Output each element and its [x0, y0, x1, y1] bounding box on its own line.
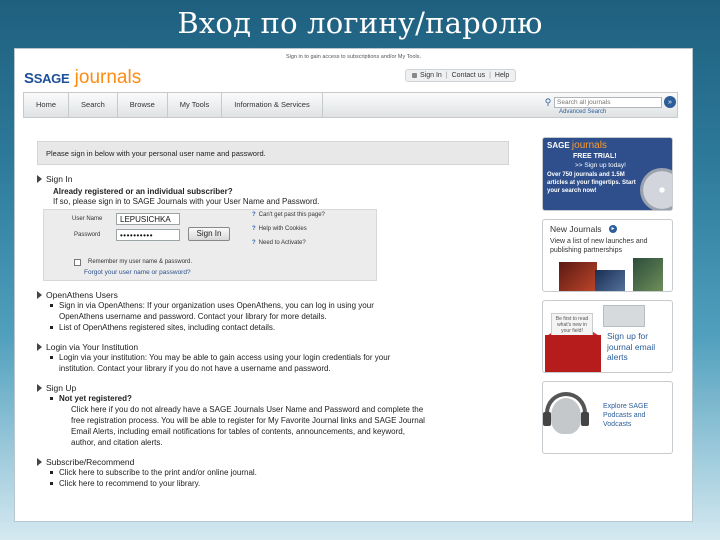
openathens-list: Sign in via OpenAthens: If your organiza…: [49, 300, 509, 333]
openathens-sites-item[interactable]: List of OpenAthens registered sites, inc…: [49, 322, 509, 333]
subscribe-heading: Subscribe/Recommend: [37, 457, 509, 467]
sidebar: SAGE journals FREE TRIAL! >> Sign up tod…: [542, 137, 673, 462]
openathens-heading: OpenAthens Users: [37, 290, 509, 300]
main-content: Please sign in below with your personal …: [37, 141, 509, 489]
email-alerts-banner[interactable]: Be first to read what's new in your fiel…: [542, 300, 673, 373]
signup-text[interactable]: Click here if you do not already have a …: [71, 404, 509, 448]
utility-links: Sign In | Contact us | Help: [405, 69, 517, 82]
lock-icon: [412, 73, 417, 78]
search-go-button[interactable]: »: [664, 96, 676, 108]
nav-browse[interactable]: Browse: [118, 92, 168, 118]
help-link-cookies[interactable]: ? Help with Cookies: [252, 226, 307, 232]
arrow-icon: [37, 384, 42, 392]
login-form: User Name LEPUSICHKA Password ••••••••••…: [43, 209, 377, 281]
signin-notice: Please sign in below with your personal …: [37, 141, 509, 165]
screenshot-window: Sign in to gain access to subscriptions …: [14, 48, 693, 522]
help-link-cant-get-past[interactable]: ? Can't get past this page?: [252, 212, 325, 218]
remember-label: Remember my user name & password.: [88, 259, 193, 265]
signup-list: Not yet registered?: [49, 393, 509, 404]
openathens-signin-item[interactable]: Sign in via OpenAthens: If your organiza…: [49, 300, 509, 322]
signup-subheading: Not yet registered?: [49, 393, 509, 404]
search-area: ⚲ » Advanced Search: [542, 96, 678, 115]
podcasts-body: Explore SAGE Podcasts and Vodcasts: [603, 403, 649, 428]
institution-login-item[interactable]: Login via your institution: You may be a…: [49, 352, 509, 374]
signin-intro: If so, please sign in to SAGE Journals w…: [53, 197, 320, 206]
headphone-ear-icon: [581, 412, 589, 426]
subscribe-item[interactable]: Click here to subscribe to the print and…: [49, 467, 509, 478]
search-input[interactable]: [554, 96, 662, 108]
top-notice: Sign in to gain access to subscriptions …: [285, 54, 422, 60]
trial-logo: SAGE journals: [547, 140, 607, 151]
logo-brand: SAGE: [33, 71, 70, 86]
cd-icon: [640, 168, 672, 210]
arrow-icon: [37, 458, 42, 466]
institution-list: Login via your institution: You may be a…: [49, 352, 509, 374]
nav-search[interactable]: Search: [69, 92, 118, 118]
contact-link[interactable]: Contact us: [452, 72, 485, 79]
nav-home[interactable]: Home: [24, 92, 70, 118]
arrow-icon: [37, 343, 42, 351]
username-label: User Name: [72, 216, 103, 222]
search-icon: ⚲: [544, 96, 552, 107]
separator: |: [445, 72, 448, 79]
advanced-search-link[interactable]: Advanced Search: [559, 109, 678, 115]
separator: |: [489, 72, 491, 79]
trial-signup-label: >> Sign up today!: [575, 162, 626, 169]
password-field[interactable]: ••••••••••: [116, 229, 180, 241]
trial-body: Over 750 journals and 1.5M articles at y…: [547, 172, 636, 194]
free-trial-label: FREE TRIAL!: [573, 153, 617, 160]
signin-button[interactable]: Sign In: [188, 227, 230, 241]
nav-information-services[interactable]: Information & Services: [222, 92, 323, 118]
signin-subheading: Already registered or an individual subs…: [53, 187, 233, 196]
podcasts-banner[interactable]: Explore SAGE Podcasts and Vodcasts: [542, 381, 673, 454]
red-envelope-icon: [545, 335, 601, 372]
username-field[interactable]: LEPUSICHKA: [116, 213, 180, 225]
recommend-item[interactable]: Click here to recommend to your library.: [49, 478, 509, 489]
journal-cover-image: [559, 262, 597, 291]
signin-link[interactable]: Sign In: [420, 72, 442, 79]
new-journals-banner[interactable]: New Journals ▸ View a list of new launch…: [542, 219, 673, 292]
nav-my-tools[interactable]: My Tools: [168, 92, 223, 118]
arrow-right-icon: ▸: [609, 225, 617, 233]
question-icon: ?: [252, 240, 256, 246]
headphone-ear-icon: [543, 412, 551, 426]
remember-checkbox[interactable]: [74, 259, 81, 266]
slide-title: Вход по логину/паролю: [177, 6, 543, 40]
signin-heading: Sign In: [37, 174, 509, 184]
envelope-icon: [603, 305, 645, 327]
subscribe-list: Click here to subscribe to the print and…: [49, 467, 509, 489]
help-link-activate[interactable]: ? Need to Activate?: [252, 240, 306, 246]
institution-heading: Login via Your Institution: [37, 342, 509, 352]
sage-journals-logo[interactable]: SSAGE journals: [24, 67, 141, 89]
question-icon: ?: [252, 212, 256, 218]
password-label: Password: [74, 232, 101, 238]
journal-cover-image: [633, 258, 663, 291]
free-trial-banner[interactable]: SAGE journals FREE TRIAL! >> Sign up tod…: [542, 137, 673, 211]
forgot-credentials-link[interactable]: Forgot your user name or password?: [84, 269, 191, 276]
arrow-icon: [37, 175, 42, 183]
email-alerts-body: Sign up for journal email alerts: [607, 331, 656, 362]
journal-cover-image: [595, 270, 625, 291]
help-link[interactable]: Help: [495, 72, 509, 79]
new-journals-title: New Journals: [550, 224, 602, 234]
question-icon: ?: [252, 226, 256, 232]
signup-heading: Sign Up: [37, 383, 509, 393]
new-journals-body: View a list of new launches and publishi…: [550, 238, 648, 254]
arrow-icon: [37, 291, 42, 299]
logo-product: journals: [74, 67, 142, 88]
